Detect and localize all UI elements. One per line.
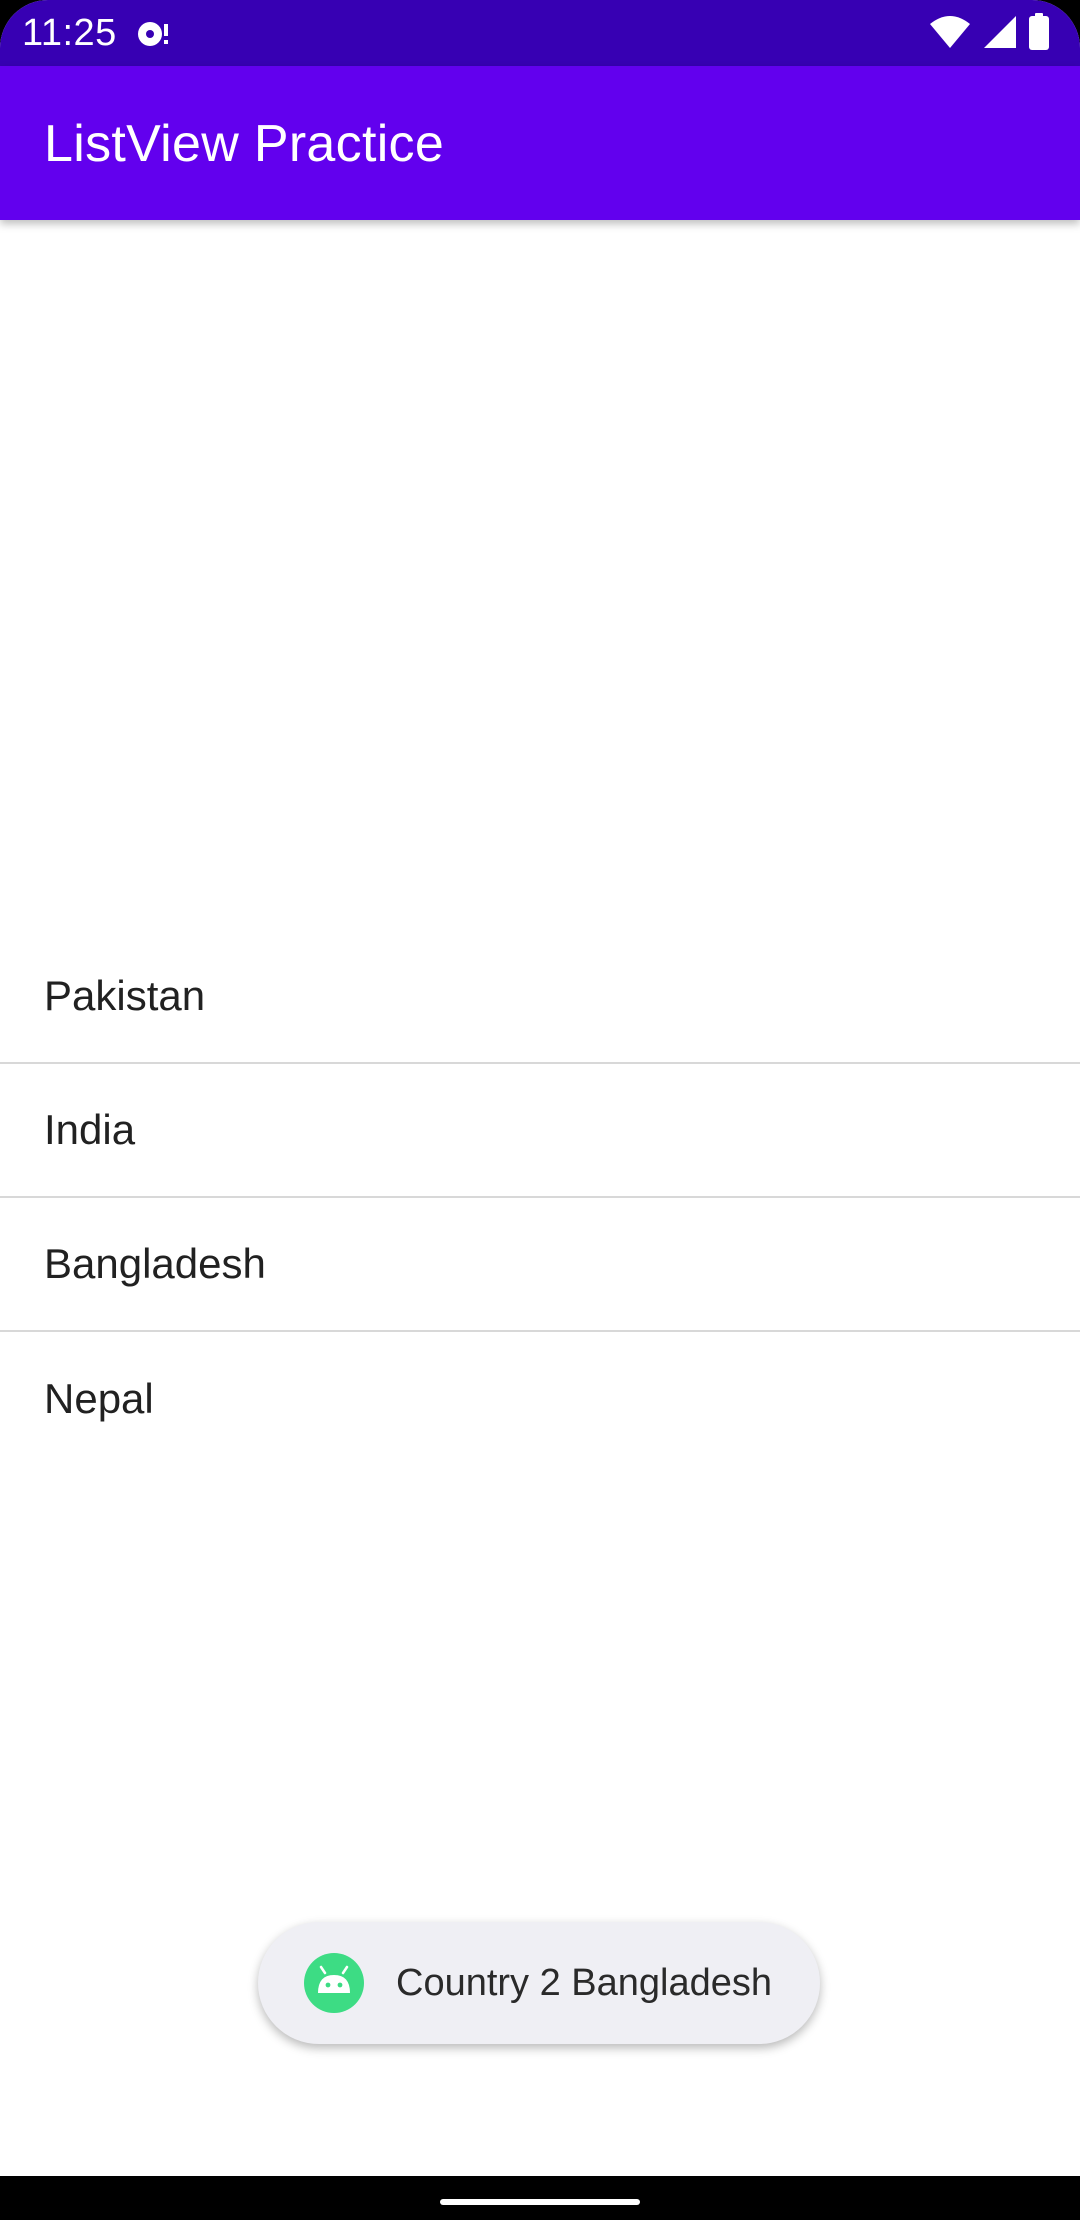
toast-message: Country 2 Bangladesh: [258, 1922, 820, 2044]
status-bar: 11:25: [0, 0, 1080, 66]
toast-text: Country 2 Bangladesh: [396, 1961, 773, 2004]
android-app-icon: [304, 1953, 364, 2013]
list-item-nepal[interactable]: Nepal: [0, 1332, 1080, 1466]
list-item-bangladesh[interactable]: Bangladesh: [0, 1198, 1080, 1332]
wifi-icon: [928, 14, 972, 55]
navigation-bar: [0, 2176, 1080, 2220]
app-title: ListView Practice: [44, 115, 445, 173]
list-item-pakistan[interactable]: Pakistan: [0, 930, 1080, 1064]
status-time: 11:25: [22, 12, 117, 54]
cell-signal-icon: [982, 14, 1018, 55]
media-notification-icon: [136, 16, 172, 52]
status-icons: [928, 12, 1050, 56]
list-item-india[interactable]: India: [0, 1064, 1080, 1198]
home-gesture-handle[interactable]: [440, 2199, 640, 2205]
battery-icon: [1028, 12, 1050, 56]
country-list[interactable]: Pakistan India Bangladesh Nepal: [0, 930, 1080, 1466]
app-screen: 11:25 ListView Practice Pakistan India B…: [0, 0, 1080, 2220]
app-bar: ListView Practice: [0, 66, 1080, 220]
